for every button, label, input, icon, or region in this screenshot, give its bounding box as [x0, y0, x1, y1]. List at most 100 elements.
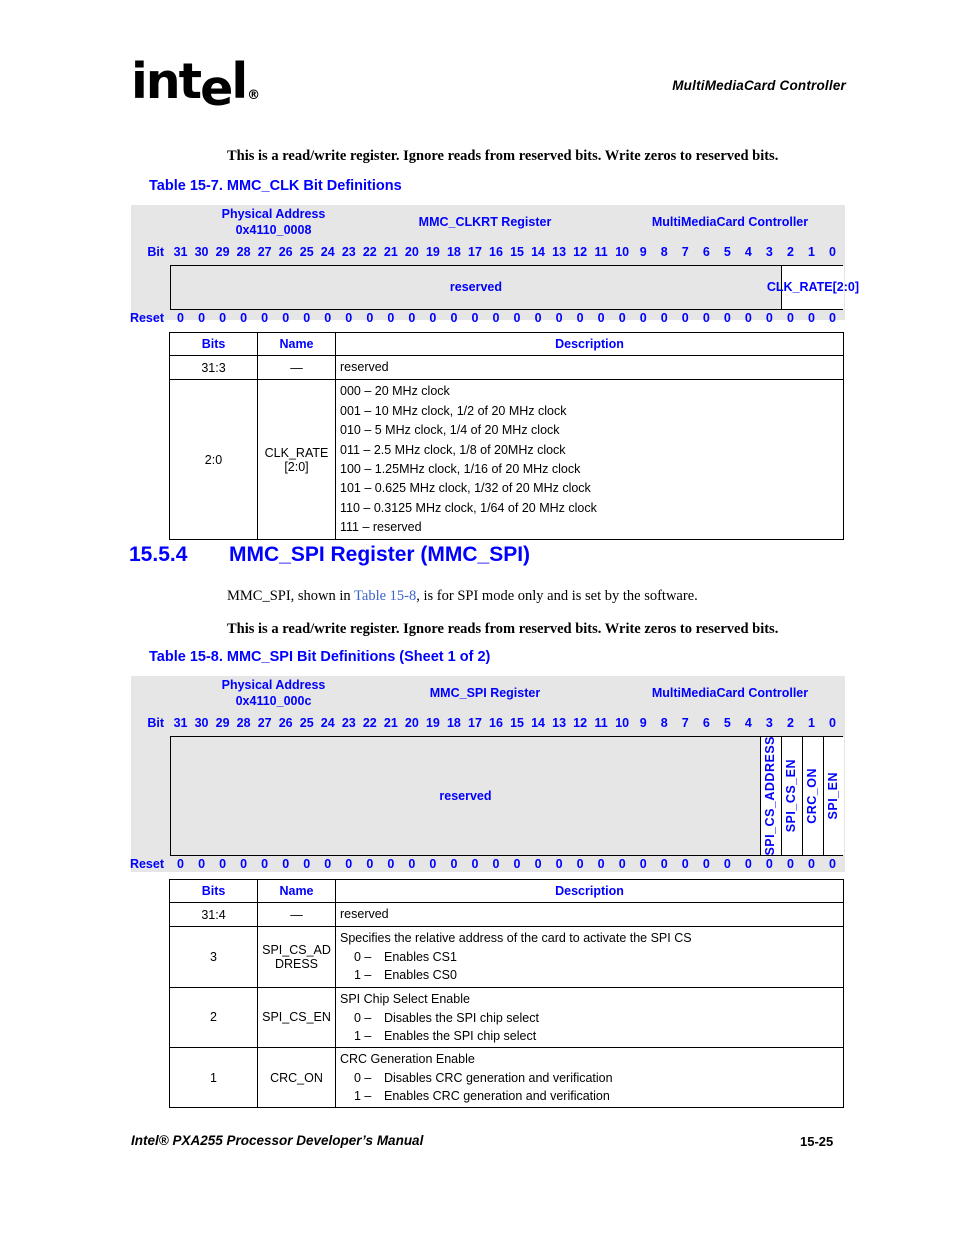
clk-reset-value-10: 0 — [387, 311, 395, 325]
clk-bit-number-10: 21 — [383, 245, 398, 259]
spi-bit-number-25: 6 — [702, 716, 710, 730]
option-text: Disables the SPI chip select — [384, 1010, 539, 1025]
spi-bit-number-13: 18 — [446, 716, 461, 730]
column-header-bits: Bits — [169, 879, 258, 903]
description-line: 000 – 20 MHz clock — [340, 384, 450, 399]
clk-reset-value-row: 00000000000000000000000000000000 — [170, 311, 843, 325]
spi-bit-number-12: 19 — [425, 716, 440, 730]
description-header: SPI Chip Select Enable — [340, 991, 470, 1006]
spi-reset-value-18: 0 — [555, 857, 563, 871]
clk-field-reserved: reserved — [449, 280, 503, 294]
clk-reset-value-8: 0 — [345, 311, 353, 325]
section-15-5-4-heading: 15.5.4 MMC_SPI Register (MMC_SPI) — [129, 543, 530, 567]
clk-reset-value-6: 0 — [303, 311, 311, 325]
cell-bits: 31:3 — [169, 354, 258, 381]
option-text: Disables CRC generation and verification — [384, 1071, 613, 1085]
spi-register-name: MMC_SPI Register — [429, 686, 541, 700]
clk-bit-number-25: 6 — [702, 245, 710, 259]
intel-logo: intel® — [131, 57, 261, 113]
description-line: 110 – 0.3125 MHz clock, 1/64 of 20 MHz c… — [340, 500, 597, 515]
spi-bit-number-7: 24 — [320, 716, 335, 730]
spi-bit-number-16: 15 — [510, 716, 524, 730]
field-label: SPI_CS_ADDRESS — [763, 736, 778, 856]
description-header: CRC Generation Enable — [340, 1051, 475, 1066]
description-line: reserved — [340, 360, 389, 374]
cell-description: reserved — [335, 901, 844, 928]
spi-field-spi-cs-address: SPI_CS_ADDRESS — [759, 736, 781, 856]
description-line: 101 – 0.625 MHz clock, 1/32 of 20 MHz cl… — [340, 481, 591, 496]
cell-name: CRC_ON — [257, 1046, 336, 1109]
footer-page-number: 15-25 — [800, 1134, 834, 1149]
clk-reset-value-2: 0 — [219, 311, 227, 325]
clk-reset-value-16: 0 — [513, 311, 521, 325]
spi-bit-number-0: 31 — [173, 716, 188, 730]
clk-reset-value-17: 0 — [534, 311, 542, 325]
clk-reset-value-30: 0 — [807, 311, 815, 325]
spi-reset-value-row: 00000000000000000000000000000000 — [170, 857, 843, 871]
clk-bit-number-20: 11 — [594, 245, 608, 259]
spi-bit-number-8: 23 — [341, 716, 356, 730]
table-row: 31:3— reserved — [169, 354, 844, 381]
table-row: 31:4— reserved — [169, 901, 844, 928]
clk-reset-value-5: 0 — [282, 311, 290, 325]
description-option: 0 – Disables the SPI chip select — [340, 1009, 843, 1027]
description-line: 001 – 10 MHz clock, 1/2 of 20 MHz clock — [340, 403, 567, 418]
spi-bit-number-17: 14 — [531, 716, 545, 730]
clk-reset-value-9: 0 — [366, 311, 374, 325]
clk-bit-number-17: 14 — [531, 245, 545, 259]
spi-reset-value-26: 0 — [723, 857, 731, 871]
description-line: 100 – 1.25MHz clock, 1/16 of 20 MHz cloc… — [340, 461, 581, 476]
registered-trademark-icon: ® — [247, 88, 261, 103]
clk-reset-value-1: 0 — [198, 311, 206, 325]
spi-reset-value-2: 0 — [219, 857, 227, 871]
spi-bit-number-21: 10 — [615, 716, 630, 730]
clk-bit-number-row: 31 30 29 28 27 26 25 24 23 22 21 20 19 18 17 16 15 14 13 12… — [170, 245, 843, 259]
spi-reset-value-7: 0 — [324, 857, 332, 871]
clk-bit-number-28: 3 — [765, 245, 773, 259]
clk-reset-value-22: 0 — [639, 311, 647, 325]
spi-bit-number-9: 22 — [362, 716, 377, 730]
spi-field-spi-cs-en: SPI_CS_EN — [780, 737, 802, 855]
option-key: 1 – — [354, 1028, 372, 1043]
spi-bit-number-row: 31 30 29 28 27 26 25 24 23 22 21 20 19 18 17 16 15 14 13 12… — [170, 716, 843, 730]
clk-physical-address-block: Physical Address 0x4110_0008 — [191, 207, 356, 238]
table-row: 3 SPI_CS_ADDRESS Specifies the relative ad… — [169, 926, 844, 988]
clk-bit-number-7: 24 — [320, 245, 335, 259]
spi-reset-value-0: 0 — [177, 857, 184, 871]
table-15-8-crossref-link[interactable]: Table 15-8 — [354, 588, 416, 604]
description-option: 1 – Enables CS0 — [340, 966, 843, 984]
clk-bit-number-27: 4 — [744, 245, 752, 259]
spi-bit-number-15: 16 — [489, 716, 503, 730]
spi-reset-value-9: 0 — [366, 857, 374, 871]
spi-intro-post: , is for SPI mode only and is set by the… — [416, 588, 698, 604]
spi-reset-value-22: 0 — [639, 857, 647, 871]
spi-unit-name: MultiMediaCard Controller — [651, 686, 809, 700]
spi-reset-value-23: 0 — [660, 857, 668, 871]
clk-bit-number-14: 17 — [468, 245, 482, 259]
cell-bits: 3 — [169, 926, 258, 988]
description-line: 010 – 5 MHz clock, 1/4 of 20 MHz clock — [340, 423, 560, 438]
logo-text: intel — [131, 53, 248, 117]
description-header: reserved — [340, 907, 389, 921]
clk-unit-name: MultiMediaCard Controller — [651, 215, 809, 229]
option-text: Enables the SPI chip select — [384, 1028, 537, 1043]
clk-reset-value-31: 0 — [829, 311, 836, 325]
section-number: 15.5.4 — [129, 543, 188, 566]
cell-bits: 2:0 — [169, 379, 258, 541]
spi-reset-value-20: 0 — [597, 857, 605, 871]
cell-name: CLK_RATE[2:0] — [257, 379, 336, 541]
spi-bit-number-19: 12 — [573, 716, 588, 730]
clk-reset-value-28: 0 — [765, 311, 773, 325]
table-header-row: Bits Name Description — [169, 332, 844, 356]
spi-bit-number-20: 11 — [594, 716, 608, 730]
option-key: 0 – — [354, 950, 372, 965]
clk-bit-number-26: 5 — [723, 245, 731, 259]
spi-bit-number-14: 17 — [468, 716, 482, 730]
table-15-8-caption: Table 15-8. MMC_SPI Bit Definitions (She… — [149, 649, 491, 665]
spi-bit-number-18: 13 — [552, 716, 567, 730]
clk-reset-value-7: 0 — [324, 311, 332, 325]
description-header: Specifies the relative address of the ca… — [340, 931, 692, 946]
table-15-7-caption: Table 15-7. MMC_CLK Bit Definitions — [149, 178, 402, 194]
clk-bit-number-22: 9 — [639, 245, 647, 259]
clk-reset-value-13: 0 — [450, 311, 458, 325]
